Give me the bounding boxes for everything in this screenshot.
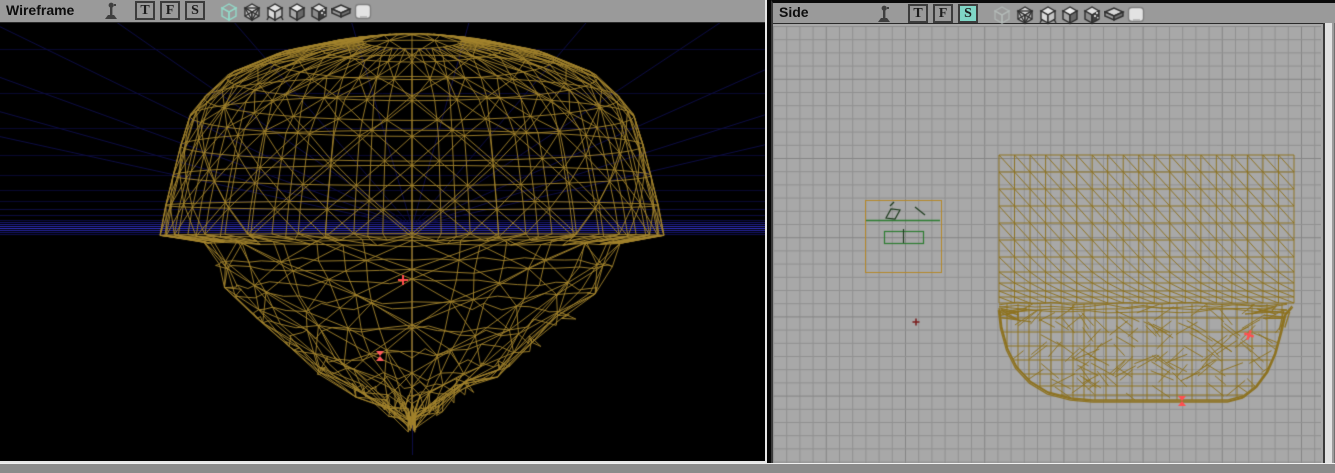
side-viewport-titlebar[interactable]: Side T F S [773, 3, 1335, 24]
render-mode-wireframe-cube-icon[interactable] [992, 4, 1013, 25]
perspective-viewport-canvas[interactable] [0, 23, 765, 461]
render-mode-shaded-cube-icon[interactable] [1060, 4, 1081, 25]
render-mode-smooth-cube-icon[interactable] [353, 1, 374, 22]
render-mode-textured-cube-icon[interactable] [1082, 4, 1103, 25]
render-mode-faceted-cube-icon[interactable] [242, 1, 263, 22]
render-mode-wireframe-cube-icon[interactable] [219, 1, 240, 22]
render-mode-layered-cube-icon[interactable] [1104, 4, 1125, 25]
render-mode-layered-cube-icon[interactable] [331, 1, 352, 22]
side-viewport-canvas[interactable] [773, 26, 1321, 463]
view-button-top[interactable]: T [908, 4, 928, 23]
view-button-front[interactable]: F [160, 1, 180, 20]
render-mode-textured-cube-icon[interactable] [309, 1, 330, 22]
perspective-viewport-window: Wireframe T F S [0, 0, 767, 463]
side-viewport-window: Side T F S [771, 0, 1335, 466]
render-mode-tripod-cube-icon[interactable] [1038, 4, 1059, 25]
render-mode-shaded-cube-icon[interactable] [287, 1, 308, 22]
render-mode-faceted-cube-icon[interactable] [1015, 4, 1036, 25]
view-button-front[interactable]: F [933, 4, 953, 23]
render-mode-smooth-cube-icon[interactable] [1126, 4, 1147, 25]
view-button-side[interactable]: S [958, 4, 978, 23]
viewport-title: Wireframe [6, 2, 74, 18]
application-desktop: Wireframe T F S Side [0, 0, 1335, 473]
viewport-title: Side [779, 4, 809, 20]
view-button-top[interactable]: T [135, 1, 155, 20]
desktop-bottom-strip [0, 463, 1335, 473]
joystick-icon[interactable] [101, 1, 121, 21]
render-mode-tripod-cube-icon[interactable] [265, 1, 286, 22]
perspective-viewport-titlebar[interactable]: Wireframe T F S [0, 0, 765, 23]
window-right-edge [1323, 23, 1335, 463]
joystick-icon[interactable] [874, 4, 894, 24]
view-button-side[interactable]: S [185, 1, 205, 20]
